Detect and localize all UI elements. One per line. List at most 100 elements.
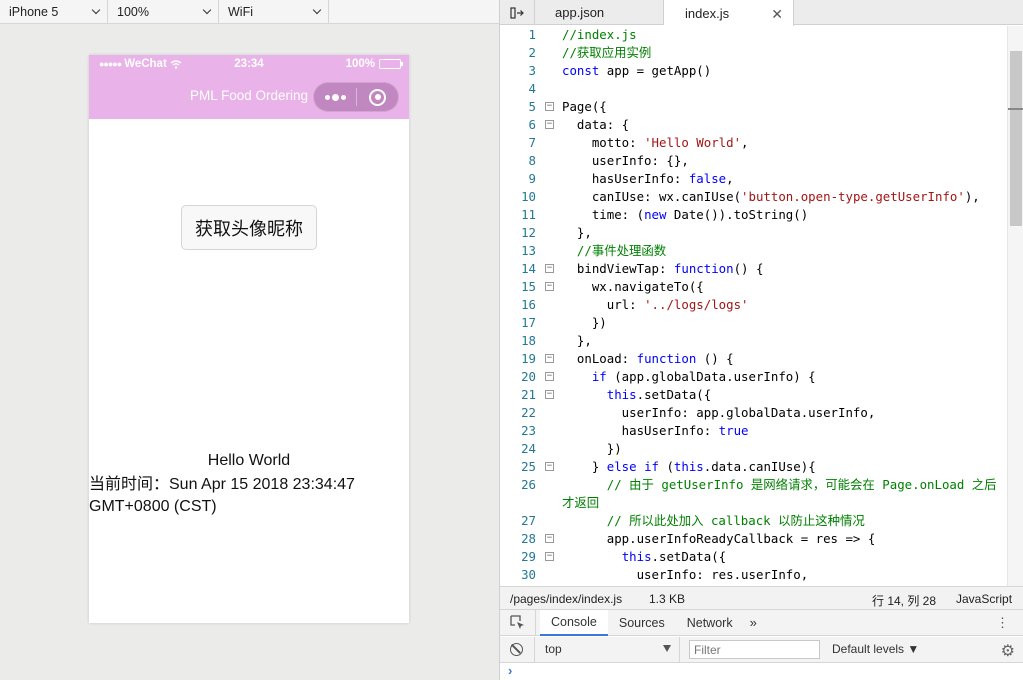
- battery-percent: 100%: [345, 58, 375, 70]
- code-line[interactable]: 16 url: '../logs/logs': [500, 296, 1007, 314]
- inspect-element-button[interactable]: [500, 609, 536, 636]
- line-number: 29: [521, 549, 536, 564]
- code-line[interactable]: 10 canIUse: wx.canIUse('button.open-type…: [500, 188, 1007, 206]
- code-text: motto: 'Hello World',: [562, 135, 749, 150]
- code-line[interactable]: 9 hasUserInfo: false,: [500, 170, 1007, 188]
- code-line[interactable]: 24 }): [500, 440, 1007, 458]
- code-text: onLoad: function () {: [562, 351, 734, 366]
- code-line[interactable]: 22 userInfo: app.globalData.userInfo,: [500, 404, 1007, 422]
- fold-toggle-icon[interactable]: −: [545, 534, 554, 543]
- tab-console[interactable]: Console: [540, 609, 608, 636]
- zoom-select-value: 100%: [117, 5, 149, 19]
- line-number: 7: [528, 135, 536, 150]
- file-path: /pages/index/index.js: [510, 592, 623, 606]
- close-circle-icon: [369, 88, 386, 106]
- scrollbar-thumb[interactable]: [1010, 51, 1022, 226]
- code-line[interactable]: 30 userInfo: res.userInfo,: [500, 566, 1007, 584]
- code-line[interactable]: 28− app.userInfoReadyCallback = res => {: [500, 530, 1007, 548]
- code-line[interactable]: 11 time: (new Date()).toString(): [500, 206, 1007, 224]
- editor-tab-bar: app.json index.js ✕: [500, 0, 1023, 26]
- code-line[interactable]: 27 // 所以此处加入 callback 以防止这种情况: [500, 512, 1007, 530]
- code-line[interactable]: 29− this.setData({: [500, 548, 1007, 566]
- code-line[interactable]: 12 },: [500, 224, 1007, 242]
- code-editor[interactable]: 1 //index.js 2 //获取应用实例 3 const app = getApp(…: [500, 26, 1007, 586]
- kebab-menu-icon[interactable]: ⋮: [996, 615, 1009, 631]
- filter-input[interactable]: [689, 640, 820, 659]
- code-line[interactable]: 26 // 由于 getUserInfo 是网络请求，可能会在 Page.onL…: [500, 476, 1007, 512]
- more-dots-icon: [331, 93, 339, 101]
- log-levels-select[interactable]: Default levels ▼: [832, 642, 919, 656]
- fold-toggle-icon[interactable]: −: [545, 120, 554, 129]
- code-line[interactable]: 4: [500, 80, 1007, 98]
- scrollbar-marker: [1008, 108, 1023, 110]
- code-text: time: (new Date()).toString(): [562, 207, 809, 222]
- gear-icon[interactable]: ⚙: [1001, 641, 1015, 661]
- code-line[interactable]: 13 //事件处理函数: [500, 242, 1007, 260]
- zoom-select[interactable]: 100%: [108, 0, 219, 24]
- tab-network[interactable]: Network: [676, 610, 744, 636]
- code-line[interactable]: 21− this.setData({: [500, 386, 1007, 404]
- network-select[interactable]: WiFi: [219, 0, 329, 24]
- code-line[interactable]: 2 //获取应用实例: [500, 44, 1007, 62]
- fold-toggle-icon[interactable]: −: [545, 264, 554, 273]
- toggle-sidebar-button[interactable]: [500, 0, 535, 25]
- device-select[interactable]: iPhone 5: [0, 0, 108, 24]
- code-text: if (app.globalData.userInfo) {: [591, 369, 816, 384]
- more-button[interactable]: [314, 83, 356, 111]
- line-number: 4: [528, 81, 536, 96]
- code-line[interactable]: 6− data: {: [500, 116, 1007, 134]
- fold-toggle-icon[interactable]: −: [545, 462, 554, 471]
- code-line[interactable]: 14− bindViewTap: function() {: [500, 260, 1007, 278]
- fold-toggle-icon[interactable]: −: [545, 354, 554, 363]
- code-text: }): [562, 315, 607, 330]
- code-line[interactable]: 17 }): [500, 314, 1007, 332]
- code-text: // 由于 getUserInfo 是网络请求，可能会在 Page.onLoad…: [562, 477, 997, 510]
- language-mode[interactable]: JavaScript: [956, 592, 1012, 606]
- code-line[interactable]: 19− onLoad: function () {: [500, 350, 1007, 368]
- tab-index-js[interactable]: index.js ✕: [664, 0, 794, 26]
- fold-toggle-icon[interactable]: −: [545, 102, 554, 111]
- line-number: 26: [521, 477, 536, 492]
- close-icon[interactable]: ✕: [771, 6, 783, 23]
- tab-app-json[interactable]: app.json: [535, 0, 664, 25]
- get-user-info-button[interactable]: 获取头像昵称: [181, 205, 317, 250]
- fold-toggle-icon[interactable]: −: [545, 552, 554, 561]
- code-text: hasUserInfo: true: [562, 423, 749, 438]
- line-number: 18: [521, 333, 536, 348]
- line-number: 22: [521, 405, 536, 420]
- close-miniprogram-button[interactable]: [357, 83, 398, 111]
- editor-scrollbar[interactable]: [1007, 26, 1023, 586]
- fold-toggle-icon[interactable]: −: [545, 372, 554, 381]
- code-text: this.setData({: [621, 549, 727, 564]
- line-number: 8: [528, 153, 536, 168]
- clear-console-icon[interactable]: [510, 643, 523, 656]
- code-line[interactable]: 18 },: [500, 332, 1007, 350]
- code-line[interactable]: 5− Page({: [500, 98, 1007, 116]
- line-number: 9: [528, 171, 536, 186]
- code-line[interactable]: 23 hasUserInfo: true: [500, 422, 1007, 440]
- code-line[interactable]: 20− if (app.globalData.userInfo) {: [500, 368, 1007, 386]
- line-number: 28: [521, 531, 536, 546]
- line-number: 27: [521, 513, 536, 528]
- code-line[interactable]: 3 const app = getApp(): [500, 62, 1007, 80]
- code-line[interactable]: 7 motto: 'Hello World',: [500, 134, 1007, 152]
- code-text: url: '../logs/logs': [562, 297, 749, 312]
- code-line[interactable]: 8 userInfo: {},: [500, 152, 1007, 170]
- fold-toggle-icon[interactable]: −: [545, 282, 554, 291]
- console-prompt: ›: [508, 663, 513, 678]
- sidebar-toggle-icon: [510, 6, 524, 19]
- code-text: wx.navigateTo({: [562, 279, 704, 294]
- code-line[interactable]: 15− wx.navigateTo({: [500, 278, 1007, 296]
- code-line[interactable]: 25− } else if (this.data.canIUse){: [500, 458, 1007, 476]
- tab-sources[interactable]: Sources: [608, 610, 676, 636]
- code-line[interactable]: 1 //index.js: [500, 26, 1007, 44]
- more-tabs-button[interactable]: »: [744, 610, 763, 636]
- cursor-position[interactable]: 行 14, 列 28: [872, 592, 936, 609]
- chevron-down-icon: [312, 5, 322, 15]
- status-bar: ●●●●● WeChat 23:34 100%: [89, 55, 409, 75]
- line-number: 14: [521, 261, 536, 276]
- console-output[interactable]: ›: [500, 663, 1023, 680]
- context-select[interactable]: top: [534, 637, 680, 663]
- file-size: 1.3 KB: [649, 592, 686, 606]
- fold-toggle-icon[interactable]: −: [545, 390, 554, 399]
